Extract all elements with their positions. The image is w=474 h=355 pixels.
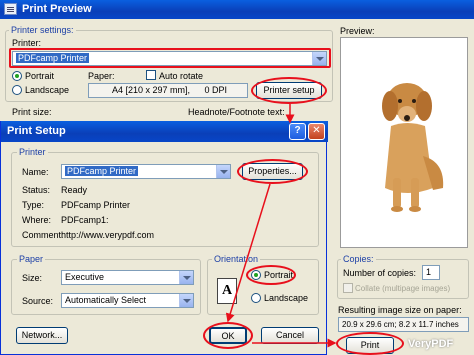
close-icon: ✕ (312, 125, 321, 136)
landscape-label: Landscape (25, 85, 70, 95)
portrait-label: Portrait (25, 71, 55, 81)
name-select[interactable]: PDFcamp Printer (61, 164, 231, 179)
name-label: Name: (22, 167, 49, 177)
status-value: Ready (61, 185, 88, 195)
properties-highlight (237, 159, 308, 184)
print-setup-dialog: Print Setup ? ✕ Printer Name: PDFcamp Pr… (0, 121, 328, 355)
size-label: Size: (22, 273, 43, 283)
print-preview-title: Print Preview (22, 3, 92, 15)
cancel-label: Cancel (275, 330, 304, 340)
dpi-value: 0 DPI (204, 85, 228, 95)
type-label: Type: (22, 200, 45, 210)
landscape-radio[interactable] (12, 85, 22, 95)
dialog-printer-group-label: Printer (17, 147, 48, 157)
portrait-radio[interactable] (12, 71, 22, 81)
comment-label: Comment: (22, 230, 64, 240)
chevron-down-icon[interactable] (216, 165, 230, 178)
printer-select-highlight (9, 48, 331, 68)
resulting-size-label: Resulting image size on paper: (338, 305, 462, 315)
print-preview-titlebar: Print Preview (0, 0, 474, 19)
dialog-landscape-radio[interactable] (251, 293, 261, 303)
size-select[interactable]: Executive (61, 270, 194, 285)
type-value: PDFcamp Printer (61, 200, 131, 210)
collate-label: Collate (multipage images) (355, 284, 451, 293)
portrait-highlight (246, 265, 296, 285)
close-button[interactable]: ✕ (308, 123, 325, 140)
chevron-down-icon[interactable] (179, 271, 193, 284)
watermark-text: VeryPDF (408, 338, 454, 350)
printer-setup-highlight (251, 77, 327, 104)
where-label: Where: (22, 215, 52, 225)
orientation-page-icon: A (217, 278, 237, 304)
copies-group-label: Copies: (341, 254, 376, 264)
paper-label: Paper: (88, 71, 115, 81)
ok-highlight (203, 322, 253, 349)
preview-label: Preview: (340, 26, 375, 36)
network-button[interactable]: Network... (16, 327, 68, 344)
paper-field: A4 [210 x 297 mm], 0 DPI (88, 83, 248, 98)
print-setup-title: Print Setup (7, 125, 66, 137)
comment-value: http://www.verypdf.com (61, 230, 155, 240)
source-label: Source: (22, 296, 54, 306)
chevron-down-icon[interactable] (179, 294, 193, 307)
source-select[interactable]: Automatically Select (61, 293, 194, 308)
print-size-label: Print size: (12, 107, 52, 117)
network-label: Network... (21, 330, 63, 340)
where-value: PDFcamp1: (61, 215, 109, 225)
dialog-paper-group-label: Paper (17, 254, 46, 264)
print-button-highlight (336, 332, 404, 355)
printer-icon (4, 3, 17, 15)
paper-value: A4 [210 x 297 mm], (111, 85, 190, 95)
dialog-orientation-group-label: Orientation (212, 254, 261, 264)
printer-settings-label: Printer settings: (9, 25, 76, 35)
auto-rotate-checkbox[interactable] (146, 70, 156, 80)
print-setup-titlebar: Print Setup ? ✕ (1, 121, 328, 142)
headnote-label: Headnote/Footnote text: (188, 107, 285, 117)
number-of-copies-input[interactable]: 1 (422, 265, 440, 280)
auto-rotate-label: Auto rotate (159, 71, 204, 81)
help-button[interactable]: ? (289, 123, 306, 140)
number-of-copies-label: Number of copies: (343, 268, 417, 278)
preview-page (340, 37, 468, 248)
dog-photo (341, 38, 467, 247)
collate-checkbox[interactable] (343, 283, 353, 293)
resulting-size-field: 20.9 x 29.6 cm; 8.2 x 11.7 inches (338, 317, 469, 332)
cancel-button[interactable]: Cancel (261, 327, 319, 344)
dialog-landscape-label: Landscape (264, 293, 309, 303)
status-label: Status: (22, 185, 51, 195)
